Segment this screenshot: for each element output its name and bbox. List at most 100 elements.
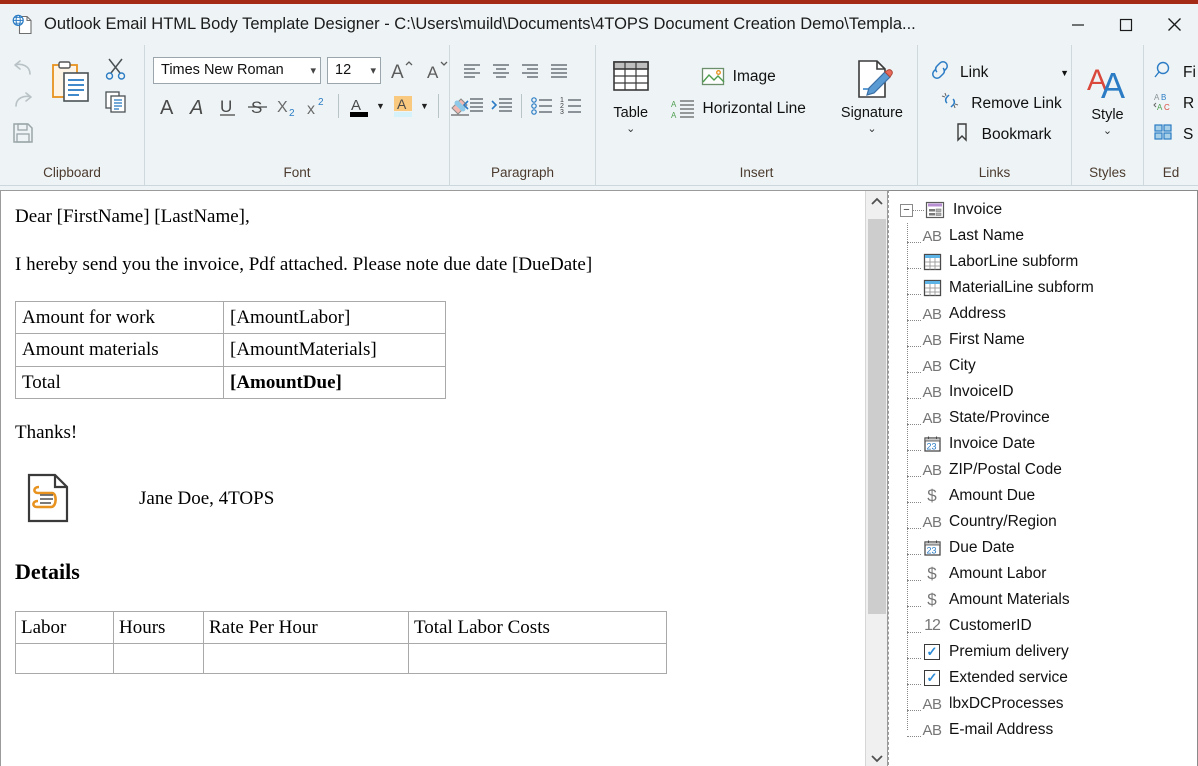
- remove-link-label: Remove Link: [971, 95, 1061, 113]
- font-family-combo[interactable]: Times New Roman ▾: [153, 57, 321, 84]
- date-field-icon: 23: [921, 434, 943, 454]
- bold-button[interactable]: A: [153, 91, 182, 121]
- chevron-down-icon[interactable]: ⌄: [867, 122, 876, 135]
- style-button[interactable]: A A Style ⌄: [1080, 55, 1135, 138]
- checkbox-field-icon: ✓: [921, 668, 943, 688]
- replace-button[interactable]: A B A C R: [1152, 88, 1195, 119]
- tree-item-lbxdcprocesses[interactable]: AB lbxDCProcesses: [907, 691, 1197, 717]
- tree-item-label: Amount Due: [949, 487, 1035, 505]
- redo-button[interactable]: [4, 85, 42, 117]
- svg-text:A: A: [671, 100, 677, 109]
- bookmark-button[interactable]: Bookmark: [926, 119, 1074, 150]
- tree-item-premium-delivery[interactable]: ✓ Premium delivery: [907, 639, 1197, 665]
- currency-field-icon: $: [921, 564, 943, 584]
- font-color-dropdown[interactable]: ▼: [373, 91, 388, 121]
- tree-item-extended-service[interactable]: ✓ Extended service: [907, 665, 1197, 691]
- tree-item-email-address[interactable]: AB E-mail Address: [907, 717, 1197, 743]
- tree-item-customerid[interactable]: 12 CustomerID: [907, 613, 1197, 639]
- chevron-down-icon[interactable]: ⌄: [626, 122, 635, 135]
- scrollbar-thumb[interactable]: [868, 219, 886, 614]
- tree-item-amount-materials[interactable]: $ Amount Materials: [907, 587, 1197, 613]
- font-size-value: 12: [335, 62, 364, 78]
- chevron-down-icon[interactable]: ⌄: [1103, 124, 1112, 137]
- align-right-button[interactable]: [516, 57, 545, 85]
- font-size-combo[interactable]: 12 ▾: [327, 57, 381, 84]
- scroll-up-button[interactable]: [866, 191, 888, 213]
- justify-button[interactable]: [545, 57, 574, 85]
- select-button[interactable]: S: [1152, 119, 1194, 150]
- tree-root-invoice[interactable]: − Invoice: [895, 197, 1197, 223]
- table-row: Amount for work [AmountLabor]: [16, 301, 446, 334]
- table-header-row: Labor Hours Rate Per Hour Total Labor Co…: [16, 611, 667, 644]
- link-button[interactable]: Link ▼: [926, 57, 1074, 88]
- find-button[interactable]: Fi: [1152, 57, 1197, 88]
- tree-item-due-date[interactable]: 23 Due Date: [907, 535, 1197, 561]
- email-body-editor-panel: Dear [FirstName] [LastName], I hereby se…: [0, 190, 888, 766]
- minimize-button[interactable]: [1054, 4, 1102, 45]
- tree-item-state-province[interactable]: AB State/Province: [907, 405, 1197, 431]
- bullet-list-button[interactable]: [527, 92, 556, 120]
- cut-button[interactable]: [98, 53, 134, 85]
- text-field-icon: AB: [921, 512, 943, 532]
- table-button[interactable]: Table ⌄: [604, 53, 658, 136]
- font-color-split: A ▼: [345, 91, 388, 121]
- decrease-indent-button[interactable]: [458, 92, 487, 120]
- editor-vertical-scrollbar[interactable]: [865, 191, 887, 766]
- tree-connector: [907, 620, 921, 633]
- tree-item-invoiceid[interactable]: AB InvoiceID: [907, 379, 1197, 405]
- tree-item-invoice-date[interactable]: 23 Invoice Date: [907, 431, 1197, 457]
- main-area: Dear [FirstName] [LastName], I hereby se…: [0, 190, 1198, 766]
- field-tree-panel[interactable]: − Invoice AB: [888, 190, 1198, 766]
- collapse-icon[interactable]: −: [900, 204, 913, 217]
- maximize-button[interactable]: [1102, 4, 1150, 45]
- font-color-button[interactable]: A: [345, 91, 373, 121]
- amount-table: Amount for work [AmountLabor] Amount mat…: [15, 301, 446, 400]
- svg-text:A: A: [391, 62, 404, 82]
- highlight-dropdown[interactable]: ▼: [417, 91, 432, 121]
- signature-button[interactable]: Signature ⌄: [835, 53, 909, 136]
- grow-font-button[interactable]: A: [387, 55, 416, 85]
- tree-item-amount-labor[interactable]: $ Amount Labor: [907, 561, 1197, 587]
- horizontal-line-button[interactable]: A A Horizontal Line: [668, 93, 813, 125]
- tree-item-last-name[interactable]: AB Last Name: [907, 223, 1197, 249]
- tree-item-label: LaborLine subform: [949, 253, 1078, 271]
- save-button[interactable]: [4, 117, 42, 149]
- scroll-down-button[interactable]: [866, 747, 888, 766]
- tree-item-laborline-subform[interactable]: LaborLine subform: [907, 249, 1197, 275]
- email-body-editor[interactable]: Dear [FirstName] [LastName], I hereby se…: [1, 191, 865, 766]
- svg-text:A: A: [189, 97, 203, 119]
- tree-item-city[interactable]: AB City: [907, 353, 1197, 379]
- subscript-button[interactable]: X2: [273, 91, 302, 121]
- align-left-button[interactable]: [458, 57, 487, 85]
- tree-item-amount-due[interactable]: $ Amount Due: [907, 483, 1197, 509]
- tree-item-materialline-subform[interactable]: MaterialLine subform: [907, 275, 1197, 301]
- tree-item-address[interactable]: AB Address: [907, 301, 1197, 327]
- align-center-button[interactable]: [487, 57, 516, 85]
- date-field-icon: 23: [921, 538, 943, 558]
- title-bar: Outlook Email HTML Body Template Designe…: [0, 4, 1198, 45]
- undo-button[interactable]: [4, 53, 42, 85]
- group-label-paragraph: Paragraph: [450, 165, 595, 183]
- scrollbar-track[interactable]: [866, 213, 888, 747]
- underline-button[interactable]: U: [213, 91, 242, 121]
- increase-indent-button[interactable]: [487, 92, 516, 120]
- tree-item-zip-postal-code[interactable]: AB ZIP/Postal Code: [907, 457, 1197, 483]
- tree-item-label: ZIP/Postal Code: [949, 461, 1062, 479]
- link-icon: [929, 60, 951, 85]
- paste-button[interactable]: [46, 53, 98, 111]
- svg-text:A: A: [397, 96, 407, 112]
- tree-item-country-region[interactable]: AB Country/Region: [907, 509, 1197, 535]
- close-button[interactable]: [1150, 4, 1198, 45]
- superscript-button[interactable]: x2: [303, 91, 332, 121]
- tree-item-label: Amount Labor: [949, 565, 1046, 583]
- strikethrough-button[interactable]: S: [243, 91, 272, 121]
- highlight-button[interactable]: A: [389, 91, 417, 121]
- italic-button[interactable]: A: [183, 91, 212, 121]
- svg-text:A: A: [1101, 65, 1125, 104]
- tree-item-first-name[interactable]: AB First Name: [907, 327, 1197, 353]
- shrink-font-button[interactable]: A: [422, 55, 451, 85]
- numbered-list-button[interactable]: 123: [556, 92, 585, 120]
- copy-button[interactable]: [98, 85, 134, 117]
- remove-link-button[interactable]: Remove Link: [926, 88, 1074, 119]
- image-button[interactable]: Image: [668, 61, 813, 93]
